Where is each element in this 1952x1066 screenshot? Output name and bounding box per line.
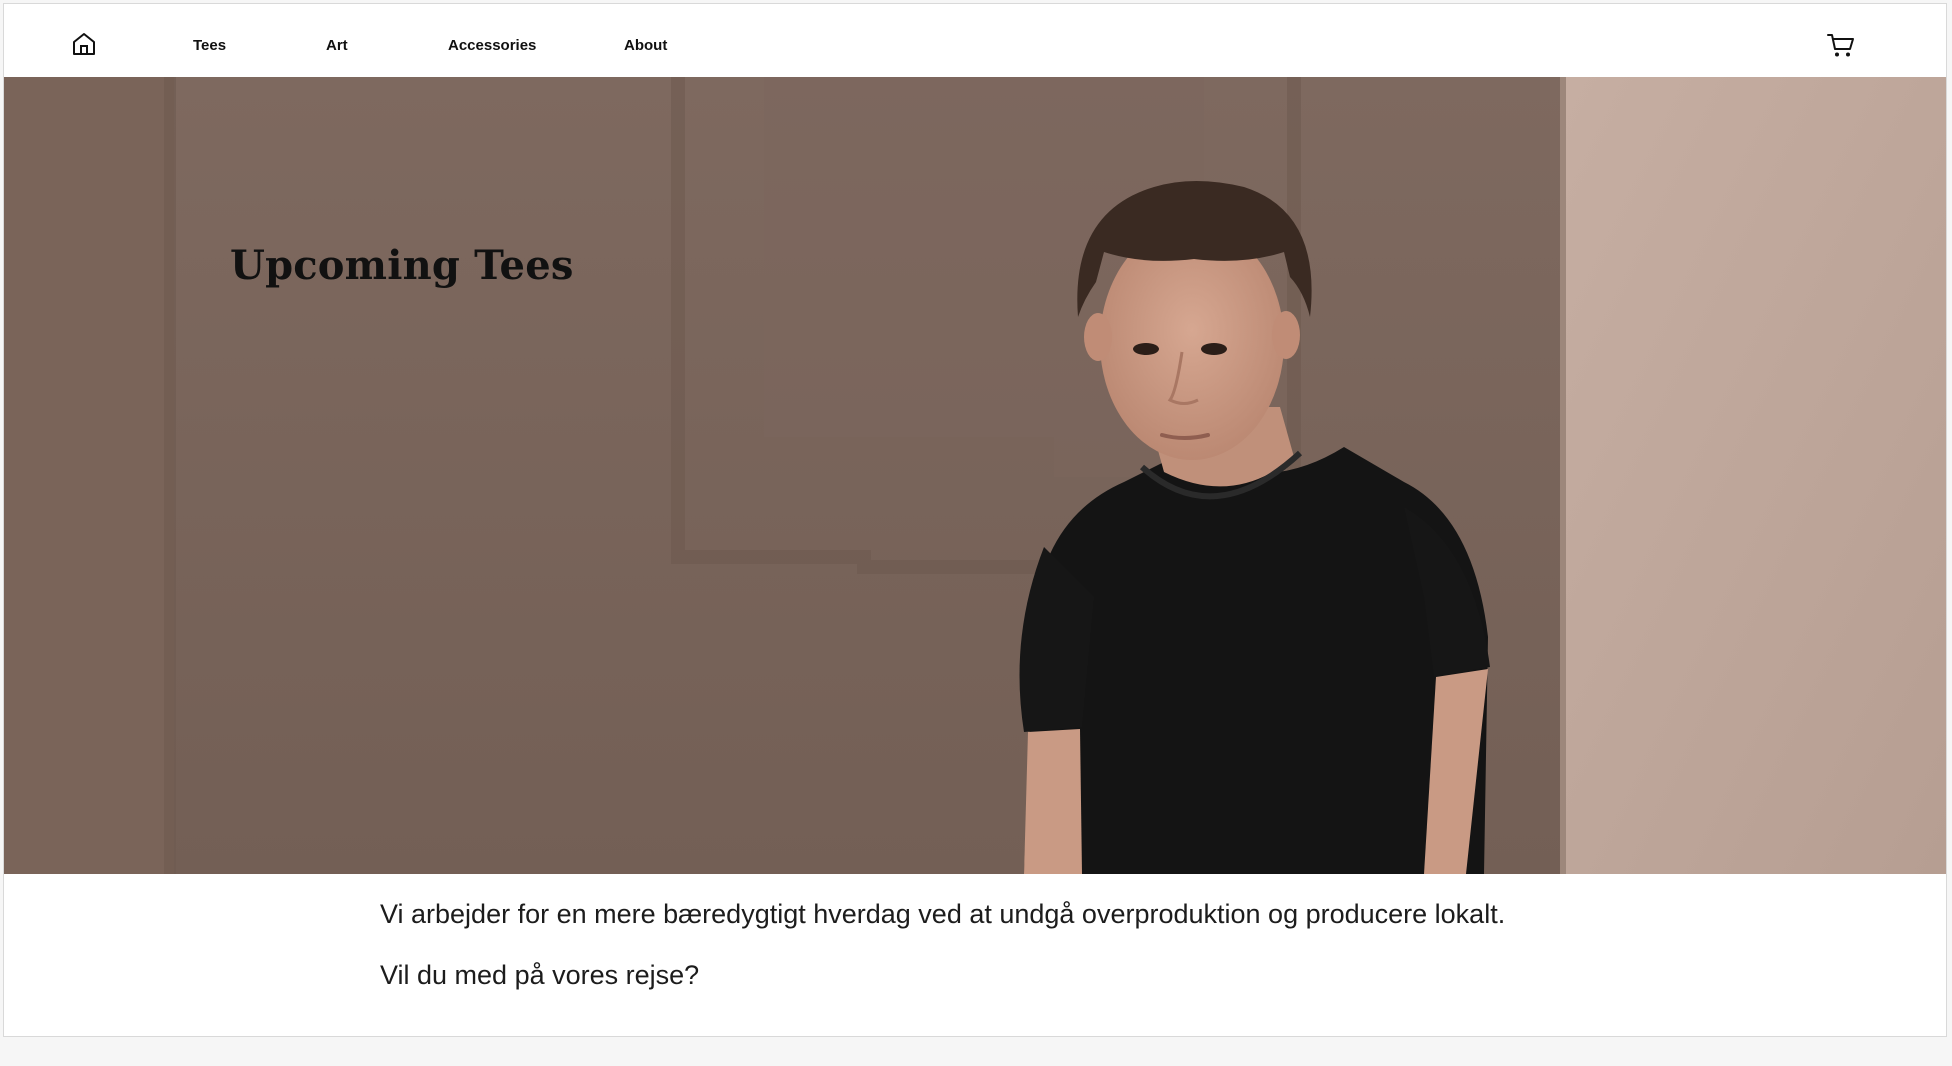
nav-link-art[interactable]: Art: [326, 37, 348, 54]
cart-icon[interactable]: [1826, 31, 1856, 59]
home-icon[interactable]: [71, 31, 97, 57]
tagline-sustainability: Vi arbejder for en mere bæredygtigt hver…: [380, 899, 1506, 929]
top-navigation: Tees Art Accessories About: [4, 4, 1946, 77]
tagline-journey: Vil du med på vores rejse?: [380, 960, 700, 990]
hero-banner: Upcoming Tees: [4, 77, 1946, 874]
nav-link-accessories[interactable]: Accessories: [448, 37, 536, 54]
page-frame: Tees Art Accessories About Upcoming Tees…: [3, 3, 1947, 1037]
portrait-photo: [4, 77, 1946, 874]
nav-link-about[interactable]: About: [624, 37, 667, 54]
nav-link-tees[interactable]: Tees: [193, 37, 226, 54]
hero-title: Upcoming Tees: [230, 242, 574, 289]
